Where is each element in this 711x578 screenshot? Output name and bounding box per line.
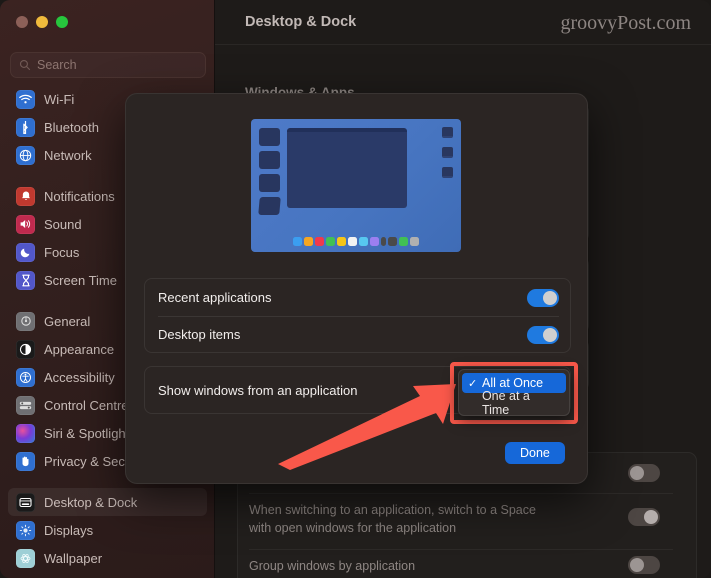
sidebar-item-label: Desktop & Dock <box>44 495 137 510</box>
sidebar-item-label: Wallpaper <box>44 551 102 566</box>
preview-dock <box>251 237 461 246</box>
accessibility-icon <box>16 368 35 387</box>
sidebar-item-label: Appearance <box>44 342 114 357</box>
toggle-group-windows <box>628 556 660 574</box>
sidebar-item-wallpaper[interactable]: Wallpaper <box>8 544 207 572</box>
toggle-switch[interactable] <box>628 508 660 526</box>
toggle-switch-space <box>628 508 660 526</box>
bell-icon <box>16 187 35 206</box>
desktop-items-toggle[interactable] <box>527 326 559 344</box>
annotation-arrow <box>270 380 470 470</box>
wifi-icon <box>16 90 35 109</box>
desktop-dock-icon <box>16 493 35 512</box>
content-header: Desktop & Dock groovyPost.com <box>215 0 711 45</box>
traffic-lights <box>16 16 68 28</box>
row-label-group-windows: Group windows by application <box>249 559 415 573</box>
bluetooth-icon <box>16 118 35 137</box>
siri-icon <box>16 424 35 443</box>
close-button[interactable] <box>16 16 28 28</box>
row-label: Recent applications <box>158 290 271 305</box>
sidebar-item-desktop-dock[interactable]: Desktop & Dock <box>8 488 207 516</box>
moon-icon <box>16 243 35 262</box>
sidebar-item-label: Siri & Spotlight <box>44 426 129 441</box>
sidebar-item-label: Displays <box>44 523 93 538</box>
screenshot-root: Search Wi-Fi Bluetooth <box>0 0 711 578</box>
toggle-switch[interactable] <box>628 556 660 574</box>
wallpaper-icon <box>16 549 35 568</box>
divider <box>249 493 673 494</box>
preview-window <box>287 128 407 208</box>
sidebar-item-label: Notifications <box>44 189 115 204</box>
show-windows-dropdown[interactable]: ✓ All at Once One at a Time <box>458 369 570 416</box>
preview-desktop-icons <box>442 127 453 178</box>
zoom-button[interactable] <box>56 16 68 28</box>
search-input[interactable]: Search <box>10 52 206 78</box>
gear-icon <box>16 312 35 331</box>
modal-row-desktop-items: Desktop items <box>145 316 572 353</box>
dropdown-option-label: All at Once <box>482 376 543 390</box>
sidebar-item-label: Sound <box>44 217 82 232</box>
hourglass-icon <box>16 271 35 290</box>
watermark: groovyPost.com <box>560 12 691 35</box>
contrast-icon <box>16 340 35 359</box>
toggle-row-3 <box>628 464 660 482</box>
sidebar-item-label: Accessibility <box>44 370 115 385</box>
sidebar-item-displays[interactable]: Displays <box>8 516 207 544</box>
speaker-icon <box>16 215 35 234</box>
brightness-icon <box>16 521 35 540</box>
system-settings-window: Search Wi-Fi Bluetooth <box>0 0 711 578</box>
recent-applications-toggle[interactable] <box>527 289 559 307</box>
sidebar-item-label: Screen Time <box>44 273 117 288</box>
done-button[interactable]: Done <box>505 442 565 464</box>
sidebar-item-label: Bluetooth <box>44 120 99 135</box>
minimize-button[interactable] <box>36 16 48 28</box>
row-label-switch-space: When switching to an application, switch… <box>249 501 559 537</box>
preview-sidebar-items <box>259 128 280 215</box>
sidebar-item-label: Wi-Fi <box>44 92 74 107</box>
control-centre-icon <box>16 396 35 415</box>
sidebar-group-desktop: Desktop & Dock Displays Wallpaper <box>0 488 215 572</box>
sidebar-item-label: Control Centre <box>44 398 129 413</box>
toggle-switch[interactable] <box>628 464 660 482</box>
modal-row-recent-applications: Recent applications <box>145 279 572 316</box>
dropdown-option-one-at-a-time[interactable]: One at a Time <box>462 393 566 413</box>
hand-icon <box>16 452 35 471</box>
divider <box>249 549 673 550</box>
modal-toggles-card: Recent applications Desktop items <box>144 278 571 353</box>
checkmark-icon: ✓ <box>468 377 478 390</box>
sidebar-item-label: General <box>44 314 90 329</box>
search-icon <box>19 59 31 71</box>
globe-icon <box>16 146 35 165</box>
search-placeholder: Search <box>37 58 77 72</box>
sidebar-item-label: Focus <box>44 245 79 260</box>
dropdown-option-label: One at a Time <box>482 389 560 416</box>
page-title: Desktop & Dock <box>245 14 356 30</box>
row-label: Desktop items <box>158 327 240 342</box>
sidebar-item-label: Network <box>44 148 92 163</box>
desktop-dock-preview <box>251 119 461 252</box>
